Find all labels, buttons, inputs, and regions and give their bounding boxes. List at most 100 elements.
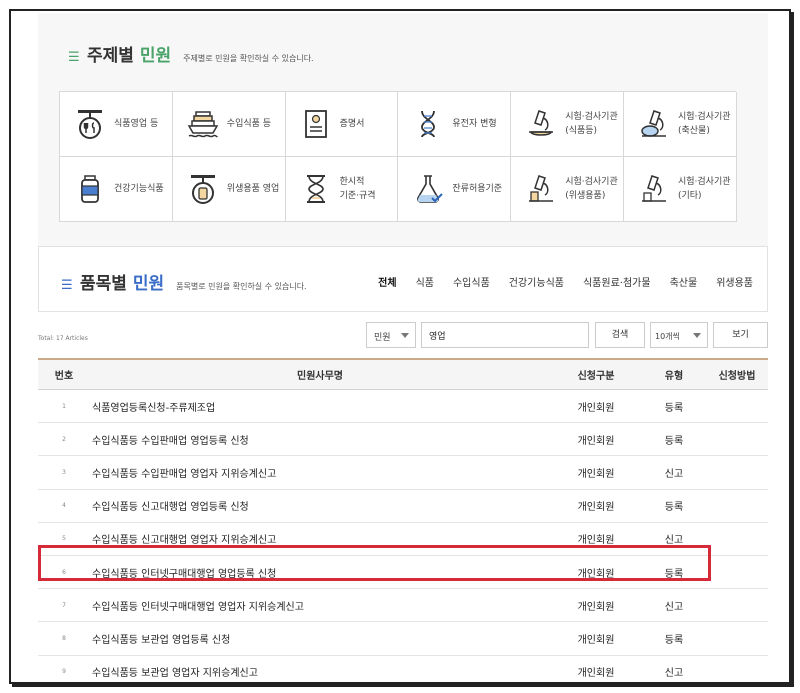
nav-hygiene[interactable]: 위생용품 — [716, 274, 753, 289]
table-row[interactable]: 9 수입식품등 보관업 영업자 지위승계신고 개인회원 신고 — [38, 656, 768, 683]
category-select[interactable]: 민원 — [366, 322, 416, 348]
table-row[interactable]: 2 수입식품등 수입판매업 영업등록 신청 개인회원 등록 — [38, 423, 768, 457]
topic-gmo[interactable]: 유전자 변형 — [398, 92, 512, 157]
row-name[interactable]: 수입식품등 신고대행업 영업등록 신청 — [90, 498, 550, 513]
per-page-select[interactable]: 10개씩 — [650, 322, 708, 348]
topic-label: 유전자 변형 — [452, 119, 497, 129]
topic-label: 식품영업 등 — [114, 119, 159, 129]
row-name[interactable]: 식품영업등록신청-주류제조업 — [90, 399, 550, 414]
item-section-title: 품목별 민원 — [80, 269, 164, 294]
topic-residue-limit[interactable]: 잔류허용기준 — [398, 157, 512, 222]
topic-label: 수입식품 등 — [226, 119, 272, 129]
table-row[interactable]: 1 식품영업등록신청-주류제조업 개인회원 등록 — [38, 390, 768, 424]
table-row[interactable]: 5 수입식품등 신고대행업 영업자 지위승계신고 개인회원 신고 — [38, 523, 768, 556]
col-apply-type: 신청구분 — [577, 371, 615, 382]
row-type: 신고 — [664, 668, 684, 680]
row-apply: 개인회원 — [577, 435, 615, 447]
nav-livestock[interactable]: 축산물 — [670, 274, 698, 289]
table-row[interactable]: 3 수입식품등 수입판매업 영업자 지위승계신고 개인회원 신고 — [38, 456, 768, 490]
col-type: 유형 — [664, 371, 684, 382]
nav-imported-food[interactable]: 수입식품 — [453, 274, 490, 289]
screenshot-frame: ☰ 주제별 민원 주제별로 민원을 확인하실 수 있습니다. 식품영업 등 수입… — [9, 9, 791, 684]
topic-title-prefix: 주제별 — [87, 46, 134, 66]
topic-health-food[interactable]: 건강기능식품 — [60, 157, 173, 222]
row-number: 4 — [62, 502, 66, 510]
row-type: 신고 — [664, 535, 684, 547]
list-icon: ☰ — [61, 278, 73, 293]
col-number: 번호 — [54, 371, 74, 382]
row-number: 3 — [62, 468, 66, 476]
topic-label: 시험·검사기관 (기타) — [677, 177, 731, 201]
topic-lab-food[interactable]: 시험·검사기관 (식품등) — [511, 92, 624, 157]
results-table: 번호 민원사무명 신청구분 유형 신청방법 1 식품영업등록신청-주류제조업 개인회… — [38, 358, 768, 683]
topic-lab-hygiene[interactable]: 시험·검사기관 (위생용품) — [511, 157, 624, 222]
topic-label: 증명서 — [339, 119, 365, 129]
row-name[interactable]: 수입식품등 신고대행업 영업자 지위승계신고 — [90, 531, 550, 546]
nav-food[interactable]: 식품 — [416, 274, 434, 289]
topic-section: ☰ 주제별 민원 주제별로 민원을 확인하실 수 있습니다. 식품영업 등 수입… — [38, 13, 768, 246]
row-apply: 개인회원 — [577, 634, 615, 646]
row-type: 신고 — [664, 468, 684, 480]
row-type: 등록 — [664, 568, 684, 580]
microscope-other-icon — [641, 175, 666, 202]
topic-label: 위생용품 영업 — [226, 184, 280, 194]
row-type: 등록 — [664, 435, 684, 447]
row-name[interactable]: 수입식품등 인터넷구매대행업 영업등록 신청 — [90, 565, 550, 580]
list-icon: ☰ — [68, 50, 80, 65]
item-title-prefix: 품목별 — [80, 274, 127, 294]
supplement-bottle-icon — [81, 175, 99, 203]
topic-food-business[interactable]: 식품영업 등 — [60, 92, 173, 157]
row-number: 8 — [62, 634, 66, 642]
topic-certificate[interactable]: 증명서 — [285, 92, 399, 157]
search-button[interactable]: 검색 — [595, 322, 645, 348]
topic-label: 시험·검사기관 (축산물) — [677, 112, 731, 136]
microscope-livestock-icon — [641, 110, 666, 137]
row-number: 9 — [62, 668, 66, 676]
per-page-value: 10개씩 — [655, 332, 680, 341]
view-button[interactable]: 보기 — [713, 322, 768, 348]
nav-ingredients[interactable]: 식품원료·첨가물 — [583, 274, 651, 289]
row-name[interactable]: 수입식품등 보관업 영업등록 신청 — [90, 631, 550, 646]
chevron-down-icon — [401, 333, 409, 338]
import-ship-icon — [187, 111, 219, 138]
total-count: Total: 17 Articles — [38, 335, 88, 342]
nav-all[interactable]: 전체 — [378, 274, 396, 289]
row-apply: 개인회원 — [577, 502, 615, 514]
table-header: 번호 민원사무명 신청구분 유형 신청방법 — [38, 358, 768, 390]
topic-label: 시험·검사기관 (위생용품) — [565, 177, 618, 201]
topic-lab-livestock[interactable]: 시험·검사기관 (축산물) — [623, 92, 737, 157]
item-section-subtitle: 품목별로 민원을 확인하실 수 있습니다. — [176, 282, 307, 291]
table-row[interactable]: 8 수입식품등 보관업 영업등록 신청 개인회원 등록 — [38, 622, 768, 656]
row-name[interactable]: 수입식품등 수입판매업 영업자 지위승계신고 — [90, 465, 550, 480]
topic-label: 건강기능식품 — [114, 184, 164, 194]
topic-import[interactable]: 수입식품 등 — [172, 92, 286, 157]
row-name[interactable]: 수입식품등 보관업 영업자 지위승계신고 — [90, 664, 550, 679]
topic-section-subtitle: 주제별로 민원을 확인하실 수 있습니다. — [183, 54, 314, 63]
table-row[interactable]: 6 수입식품등 인터넷구매대행업 영업등록 신청 개인회원 등록 — [38, 556, 768, 590]
row-number: 1 — [62, 402, 66, 410]
row-apply: 개인회원 — [577, 468, 615, 480]
topic-label: 시험·검사기관 (식품등) — [565, 112, 618, 136]
row-apply: 개인회원 — [577, 402, 615, 414]
nav-health-food[interactable]: 건강기능식품 — [509, 274, 564, 289]
certificate-icon — [304, 110, 327, 138]
row-number: 6 — [62, 568, 66, 576]
row-name[interactable]: 수입식품등 수입판매업 영업등록 신청 — [90, 432, 550, 447]
row-type: 등록 — [664, 634, 684, 646]
topic-label: 잔류허용기준 — [452, 184, 503, 194]
dna-icon — [421, 110, 436, 138]
food-business-icon — [78, 110, 102, 139]
hourglass-icon — [306, 175, 325, 203]
topic-temporary-standard[interactable]: 한시적 기준·규격 — [285, 157, 399, 222]
row-apply: 개인회원 — [577, 568, 615, 580]
topic-lab-other[interactable]: 시험·검사기관 (기타) — [623, 157, 737, 222]
table-row[interactable]: 7 수입식품등 인터넷구매대행업 영업자 지위승계신고 개인회원 신고 — [38, 589, 768, 623]
row-apply: 개인회원 — [577, 668, 615, 680]
search-input[interactable] — [421, 322, 589, 348]
topic-hygiene[interactable]: 위생용품 영업 — [172, 157, 286, 222]
row-apply: 개인회원 — [577, 535, 615, 547]
topic-section-header: ☰ 주제별 민원 주제별로 민원을 확인하실 수 있습니다. — [68, 41, 314, 66]
row-name[interactable]: 수입식품등 인터넷구매대행업 영업자 지위승계신고 — [90, 598, 550, 613]
table-row[interactable]: 4 수입식품등 신고대행업 영업등록 신청 개인회원 등록 — [38, 490, 768, 523]
flask-check-icon — [417, 175, 444, 203]
